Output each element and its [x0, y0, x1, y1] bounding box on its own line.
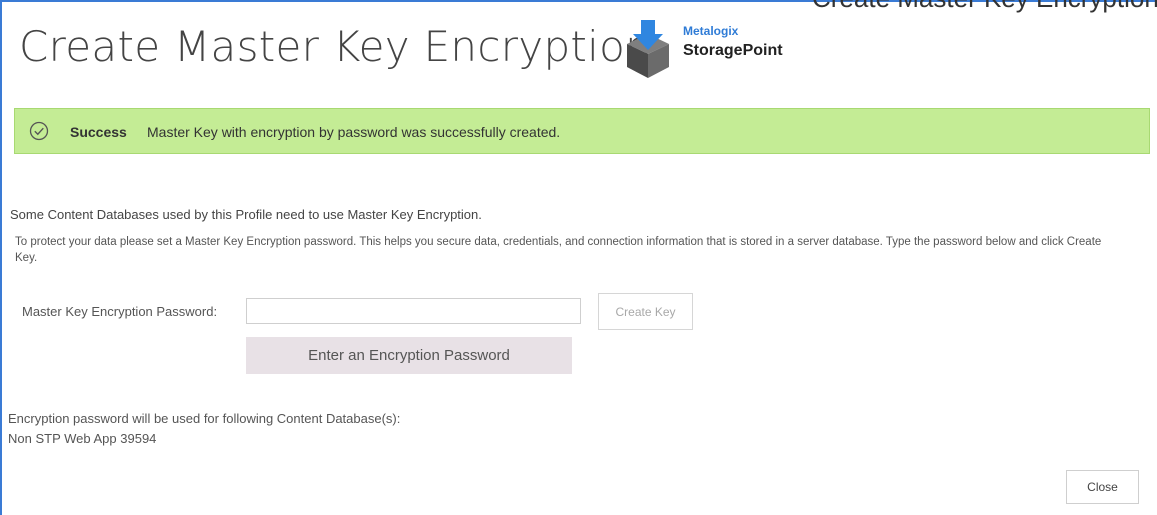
success-banner: Success Master Key with encryption by pa… [14, 108, 1150, 154]
success-message: Master Key with encryption by password w… [147, 124, 561, 140]
close-button[interactable]: Close [1066, 470, 1139, 504]
password-input[interactable] [246, 298, 581, 324]
databases-label: Encryption password will be used for fol… [8, 411, 401, 426]
description-text: To protect your data please set a Master… [15, 236, 1102, 264]
window-left-border [0, 0, 2, 515]
success-label: Success [70, 124, 127, 140]
brand-name-top: Metalogix [683, 24, 739, 38]
create-key-button[interactable]: Create Key [598, 293, 693, 330]
storagepoint-logo: Metalogix StoragePoint [619, 20, 819, 84]
page-title: Create Master Key Encryption [19, 22, 653, 71]
window-title-clipped: Create Master Key Encryption [812, 0, 1157, 14]
brand-name-bottom: StoragePoint [683, 42, 783, 59]
package-download-icon [627, 20, 669, 78]
check-circle-icon [29, 121, 49, 141]
password-hint: Enter an Encryption Password [246, 337, 572, 374]
intro-text: Some Content Databases used by this Prof… [10, 207, 482, 222]
password-label: Master Key Encryption Password: [22, 304, 218, 319]
database-name: Non STP Web App 39594 [8, 431, 157, 446]
